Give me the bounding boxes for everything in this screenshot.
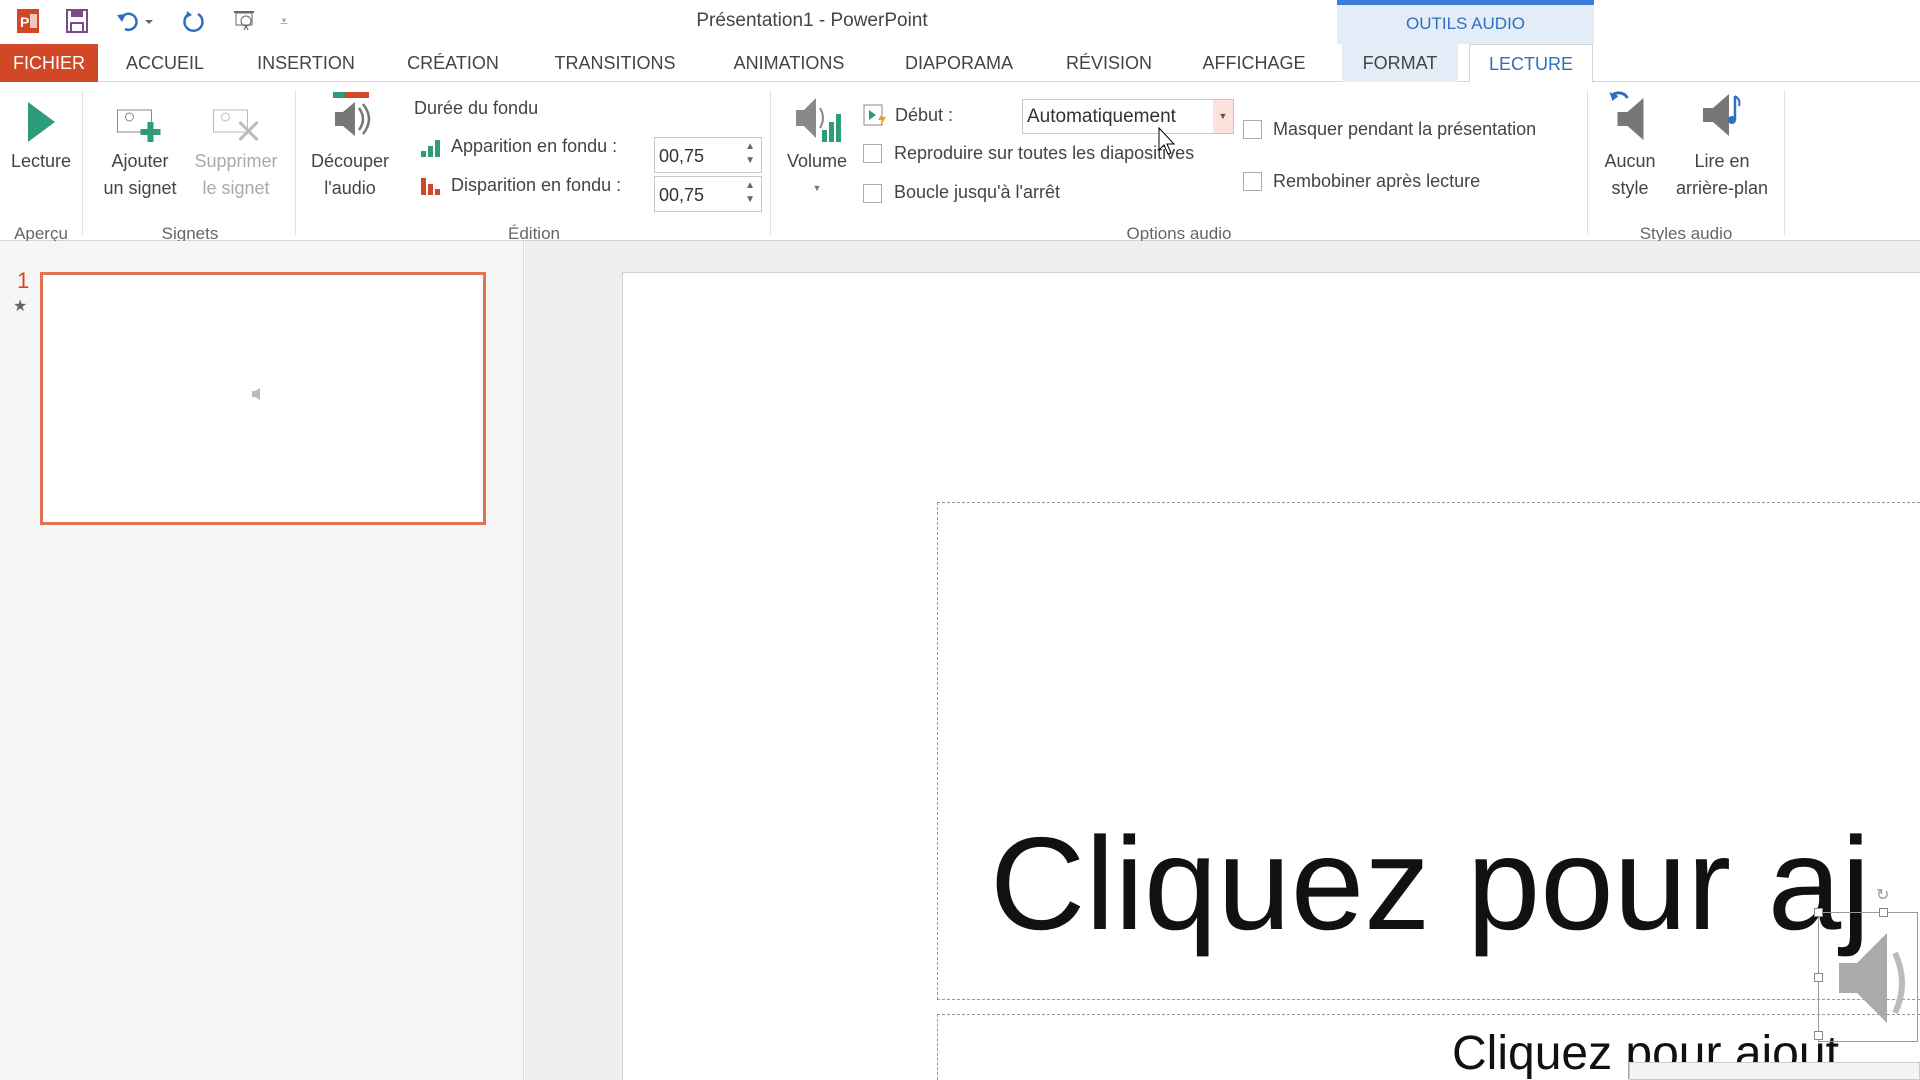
fade-out-value: 00,75 [659,185,705,205]
fade-in-value: 00,75 [659,146,705,166]
tab-lecture[interactable]: LECTURE [1469,44,1593,83]
rewind-label: Rembobiner après lecture [1273,171,1481,191]
label-line: Découper [310,151,390,171]
tab-animations[interactable]: ANIMATIONS [734,44,845,82]
label-line: un signet [103,178,177,198]
label-line: l'audio [324,178,376,198]
ribbon-tabs: FICHIER ACCUEIL INSERTION CRÉATION TRANS… [0,44,1920,83]
chevron-down-icon[interactable]: ▼ [1213,100,1233,133]
tab-format[interactable]: FORMAT [1342,44,1458,82]
remove-bookmark-button[interactable]: Supprimer le signet [194,90,278,202]
play-in-background-button[interactable]: Lire en arrière-plan [1676,90,1768,202]
fade-in-icon [420,138,444,163]
trim-audio-button[interactable]: Découper l'audio [311,90,389,202]
fade-in-label: Apparition en fondu : [451,136,618,156]
chevron-down-icon: ▼ [812,183,822,193]
speaker-icon [1839,933,1905,1023]
volume-label: Volume [786,151,848,171]
audio-icon [251,387,267,406]
group-edition: Découper l'audio Durée du fondu Appariti… [296,90,771,243]
volume-icon [787,90,847,144]
fade-out-input[interactable]: 00,75 ▲ ▼ [654,176,762,212]
label-line: Aucun [1604,151,1656,171]
rewind-checkbox[interactable] [1243,172,1262,191]
title-placeholder-text: Cliquez pour aj [990,810,1871,957]
slide-number: 1 [17,268,30,293]
resize-handle[interactable] [1814,973,1823,982]
remove-bookmark-icon [194,90,277,144]
add-bookmark-button[interactable]: Ajouter un signet [103,90,177,202]
spinner-arrows[interactable]: ▲ ▼ [745,179,755,207]
animation-star-icon: ★ [13,298,28,315]
start-value: Automatiquement [1027,106,1176,127]
label-line: Lire en [1694,151,1750,171]
label-line: le signet [202,178,270,198]
no-style-button[interactable]: Aucun style [1604,90,1656,202]
play-icon [11,90,71,144]
loop-label: Boucle jusqu'à l'arrêt [894,182,1060,202]
resize-handle[interactable] [1814,908,1823,917]
group-styles-audio: Aucun style Lire en arrière-plan Styles … [1588,90,1785,243]
play-across-slides-label: Reproduire sur toutes les diapositives [894,143,1195,163]
tab-accueil[interactable]: ACCUEIL [126,44,204,82]
start-icon [863,104,889,133]
tab-affichage[interactable]: AFFICHAGE [1202,44,1305,82]
start-label: Début : [895,105,954,125]
group-options-audio: Volume ▼ Début : Automatiquement ▼ Reprod… [771,90,1588,243]
fade-duration-heading: Durée du fondu [414,98,539,118]
label-line: Supprimer [194,151,278,171]
group-apercu: Lecture Aperçu [0,90,83,243]
play-in-background-icon [1676,90,1768,144]
audio-object[interactable]: ↻ [1814,887,1918,1042]
label-line: arrière-plan [1675,178,1769,198]
hide-during-show-label: Masquer pendant la présentation [1273,119,1537,139]
trim-audio-icon [311,90,389,144]
lecture-button[interactable]: Lecture [11,90,71,175]
spinner-arrows[interactable]: ▲ ▼ [745,140,755,168]
label-line: Ajouter [111,151,169,171]
tab-creation[interactable]: CRÉATION [407,44,499,82]
mouse-cursor [1158,126,1178,162]
fade-out-label: Disparition en fondu : [451,175,622,195]
fade-in-input[interactable]: 00,75 ▲ ▼ [654,137,762,173]
no-style-icon [1604,90,1655,144]
volume-button[interactable]: Volume ▼ [787,90,847,202]
start-dropdown[interactable]: Automatiquement ▼ [1022,99,1234,134]
resize-handle[interactable] [1814,1031,1823,1040]
group-signets: Ajouter un signet Supprimer le signet Si… [83,90,296,243]
tab-fichier[interactable]: FICHIER [0,44,98,82]
tab-transitions[interactable]: TRANSITIONS [554,44,675,82]
rotate-handle-icon[interactable]: ↻ [1876,885,1889,905]
loop-checkbox[interactable] [863,184,882,203]
contextual-tab-group: OUTILS AUDIO [1337,0,1594,44]
hide-during-show-checkbox[interactable] [1243,120,1262,139]
lecture-label: Lecture [10,151,72,171]
slide-thumbnail[interactable] [40,272,486,525]
label-line: style [1611,178,1649,198]
ribbon: Lecture Aperçu Ajouter un signet Supprim… [0,82,1920,243]
tab-diaporama[interactable]: DIAPORAMA [905,44,1013,82]
play-across-slides-checkbox[interactable] [863,144,882,163]
resize-handle[interactable] [1879,908,1888,917]
tab-revision[interactable]: RÉVISION [1066,44,1152,82]
audio-playback-bar[interactable] [1629,1062,1920,1080]
title-bar: P ⩡ Présentation1 - PowerPoint OUTILS AU… [0,0,1920,44]
add-bookmark-icon [103,90,176,144]
fade-out-icon [420,176,444,201]
tab-insertion[interactable]: INSERTION [257,44,355,82]
